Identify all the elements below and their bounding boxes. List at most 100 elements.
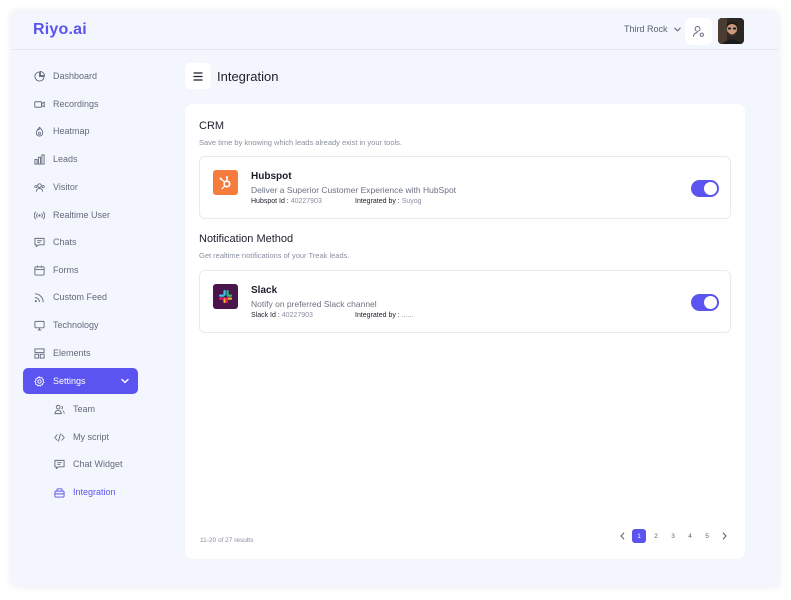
slack-id: Slack Id : 40227903 <box>251 312 313 319</box>
users-icon <box>34 182 45 192</box>
pagination: 1 2 3 4 5 <box>615 529 731 543</box>
app-frame: Riyo.ai Third Rock Dashboard Recordings … <box>12 12 778 586</box>
slack-integrated-by-value: ...... <box>401 312 414 319</box>
chat-widget-icon <box>54 459 65 469</box>
sidebar-item-technology[interactable]: Technology <box>23 312 138 338</box>
sidebar-subitem-chat-widget[interactable]: Chat Widget <box>54 454 123 474</box>
notification-section-title: Notification Method <box>199 233 294 245</box>
hubspot-icon <box>219 176 231 190</box>
slack-toggle[interactable] <box>691 294 719 311</box>
slack-icon <box>218 289 233 304</box>
code-icon <box>54 432 65 442</box>
team-icon <box>54 404 65 414</box>
sidebar-item-label: Technology <box>53 320 99 330</box>
sidebar-subitem-team[interactable]: Team <box>54 399 95 419</box>
hubspot-integrated-by-value: Suyog <box>401 198 422 205</box>
sidebar-item-realtime-user[interactable]: Realtime User <box>23 202 138 228</box>
hubspot-toggle[interactable] <box>691 180 719 197</box>
sidebar-item-heatmap[interactable]: Heatmap <box>23 118 138 144</box>
calendar-icon <box>34 265 45 276</box>
user-photo-icon <box>718 18 744 44</box>
hubspot-integrated-by: Integrated by : Suyog <box>355 198 422 205</box>
gear-icon <box>34 375 45 387</box>
sidebar-item-label: Custom Feed <box>53 292 108 302</box>
notification-section-description: Get realtime notifications of your Treak… <box>199 251 350 260</box>
chevron-down-icon <box>673 27 681 31</box>
results-count: 11-20 of 27 results <box>200 537 254 544</box>
chevron-left-icon <box>619 532 624 540</box>
crm-section-description: Save time by knowing which leads already… <box>199 138 403 147</box>
top-bar: Riyo.ai Third Rock <box>12 12 778 50</box>
sidebar-item-label: Visitor <box>53 182 78 192</box>
hubspot-description: Deliver a Superior Customer Experience w… <box>251 185 457 195</box>
crm-section-title: CRM <box>199 120 225 132</box>
hubspot-id: Hubspot Id : 40227903 <box>251 198 322 205</box>
page-button[interactable]: 2 <box>649 529 663 543</box>
hubspot-id-value: 40227903 <box>290 198 322 205</box>
sidebar-subitem-my-script[interactable]: My script <box>54 427 109 447</box>
slack-id-label: Slack Id : <box>251 312 280 319</box>
page-button[interactable]: 3 <box>666 529 680 543</box>
sidebar-subitem-integration[interactable]: Integration <box>54 482 116 502</box>
hubspot-id-label: Hubspot Id : <box>251 198 289 205</box>
rss-icon <box>34 292 44 302</box>
slack-name: Slack <box>251 285 278 296</box>
slack-logo <box>213 284 238 309</box>
user-settings-button[interactable] <box>685 18 712 45</box>
sidebar-item-label: Chats <box>53 237 77 247</box>
sidebar-item-custom-feed[interactable]: Custom Feed <box>23 284 138 310</box>
user-gear-icon <box>692 26 704 37</box>
sidebar-item-label: Heatmap <box>53 126 90 136</box>
sidebar-subitem-label: Team <box>73 404 96 414</box>
broadcast-icon <box>34 211 45 219</box>
sidebar-item-label: Recordings <box>53 99 99 109</box>
sidebar-item-dashboard[interactable]: Dashboard <box>23 63 138 89</box>
hubspot-logo <box>213 170 238 195</box>
slack-integration-card: Slack Notify on preferred Slack channel … <box>199 270 731 333</box>
chevron-right-icon <box>722 532 727 540</box>
sidebar-item-forms[interactable]: Forms <box>23 257 138 283</box>
hubspot-integrated-by-label: Integrated by : <box>355 198 400 205</box>
sidebar-item-label: Elements <box>53 348 91 358</box>
sidebar-item-label: Forms <box>53 265 79 275</box>
sidebar-item-leads[interactable]: Leads <box>23 146 138 172</box>
sidebar-item-label: Realtime User <box>53 210 111 220</box>
sidebar-item-visitor[interactable]: Visitor <box>23 174 138 200</box>
hubspot-name: Hubspot <box>251 171 292 182</box>
chevron-down-icon <box>121 378 129 384</box>
sidebar-item-label: Leads <box>53 154 78 164</box>
sidebar-item-chats[interactable]: Chats <box>23 229 138 255</box>
org-name: Third Rock <box>624 24 668 34</box>
page-button[interactable]: 4 <box>683 529 697 543</box>
slack-integrated-by-label: Integrated by : <box>355 312 400 319</box>
hubspot-integration-card: Hubspot Deliver a Superior Customer Expe… <box>199 156 731 219</box>
layout-icon <box>34 347 45 359</box>
page-title: Integration <box>217 69 279 84</box>
sidebar-subitem-label: My script <box>73 432 109 442</box>
integration-card: CRM Save time by knowing which leads alr… <box>185 104 745 559</box>
page-button[interactable]: 1 <box>632 529 646 543</box>
monitor-icon <box>34 320 45 331</box>
slack-integrated-by: Integrated by : ...... <box>355 312 413 319</box>
slack-id-value: 40227903 <box>281 312 313 319</box>
app-logo[interactable]: Riyo.ai <box>33 21 87 39</box>
sidebar-subitem-label: Chat Widget <box>73 459 123 469</box>
integration-icon <box>54 487 65 498</box>
flame-icon <box>35 126 44 136</box>
video-icon <box>34 100 45 108</box>
next-page-button[interactable] <box>717 529 731 543</box>
menu-toggle-button[interactable] <box>185 63 211 89</box>
sidebar-item-settings[interactable]: Settings <box>23 368 138 394</box>
org-switcher[interactable]: Third Rock <box>624 24 682 34</box>
hamburger-icon <box>193 71 203 81</box>
page-button[interactable]: 5 <box>700 529 714 543</box>
sidebar-subitem-label: Integration <box>73 487 116 497</box>
prev-page-button[interactable] <box>615 529 629 543</box>
pie-chart-icon <box>34 70 45 82</box>
bar-chart-icon <box>34 153 45 165</box>
sidebar-item-label: Dashboard <box>53 71 98 81</box>
avatar[interactable] <box>718 18 744 44</box>
sidebar-item-elements[interactable]: Elements <box>23 340 138 366</box>
chat-icon <box>34 237 45 247</box>
sidebar-item-recordings[interactable]: Recordings <box>23 91 138 117</box>
